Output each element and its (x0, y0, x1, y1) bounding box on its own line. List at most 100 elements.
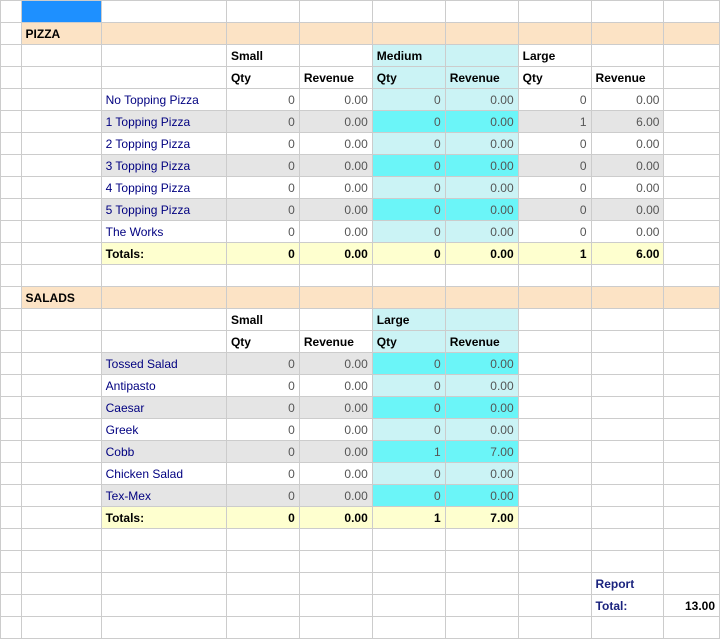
cell[interactable] (664, 331, 720, 353)
cell[interactable] (445, 617, 518, 639)
cell[interactable] (226, 265, 299, 287)
qty-cell[interactable]: 0 (372, 177, 445, 199)
cell[interactable] (21, 419, 101, 441)
selected-cell[interactable] (21, 1, 101, 23)
qty-cell[interactable]: 0 (372, 221, 445, 243)
rev-cell[interactable]: 0.00 (445, 419, 518, 441)
cell[interactable] (21, 111, 101, 133)
qty-cell[interactable]: 0 (226, 177, 299, 199)
cell[interactable] (664, 177, 720, 199)
cell[interactable] (664, 67, 720, 89)
cell[interactable] (21, 67, 101, 89)
cell[interactable] (101, 309, 226, 331)
cell[interactable] (21, 441, 101, 463)
cell[interactable] (101, 67, 226, 89)
qty-cell[interactable]: 0 (226, 375, 299, 397)
rev-cell[interactable]: 0.00 (299, 155, 372, 177)
qty-cell[interactable]: 1 (518, 111, 591, 133)
rev-cell[interactable]: 0.00 (299, 89, 372, 111)
rev-cell[interactable]: 0.00 (445, 111, 518, 133)
cell[interactable] (591, 309, 664, 331)
cell[interactable] (664, 1, 720, 23)
cell[interactable] (591, 463, 664, 485)
cell[interactable] (445, 573, 518, 595)
qty-cell[interactable]: 0 (226, 485, 299, 507)
rev-cell[interactable]: 0.00 (299, 375, 372, 397)
rev-cell[interactable]: 0.00 (591, 177, 664, 199)
cell[interactable] (226, 1, 299, 23)
cell[interactable] (664, 617, 720, 639)
rev-cell[interactable]: 0.00 (299, 485, 372, 507)
cell[interactable] (21, 485, 101, 507)
cell[interactable] (372, 551, 445, 573)
cell[interactable] (21, 507, 101, 529)
cell[interactable] (21, 463, 101, 485)
qty-cell[interactable]: 0 (226, 419, 299, 441)
qty-cell[interactable]: 0 (518, 155, 591, 177)
qty-cell[interactable]: 0 (372, 133, 445, 155)
cell[interactable] (372, 595, 445, 617)
qty-cell[interactable]: 0 (372, 89, 445, 111)
cell[interactable] (664, 573, 720, 595)
cell[interactable] (21, 155, 101, 177)
cell[interactable] (664, 111, 720, 133)
rev-cell[interactable]: 0.00 (591, 133, 664, 155)
rev-cell[interactable]: 0.00 (591, 89, 664, 111)
cell[interactable] (226, 595, 299, 617)
cell[interactable] (299, 595, 372, 617)
cell[interactable] (445, 1, 518, 23)
qty-cell[interactable]: 0 (226, 441, 299, 463)
cell[interactable] (101, 573, 226, 595)
qty-cell[interactable]: 0 (372, 375, 445, 397)
cell[interactable] (372, 265, 445, 287)
rev-cell[interactable]: 0.00 (445, 397, 518, 419)
rev-cell[interactable]: 7.00 (445, 441, 518, 463)
cell[interactable] (21, 177, 101, 199)
qty-cell[interactable]: 0 (226, 199, 299, 221)
cell[interactable] (664, 441, 720, 463)
cell[interactable] (372, 1, 445, 23)
rev-cell[interactable]: 0.00 (445, 221, 518, 243)
qty-cell[interactable]: 0 (372, 463, 445, 485)
qty-cell[interactable]: 1 (372, 441, 445, 463)
rev-cell[interactable]: 0.00 (299, 463, 372, 485)
cell[interactable] (518, 617, 591, 639)
cell[interactable] (21, 89, 101, 111)
cell[interactable] (21, 243, 101, 265)
cell[interactable] (101, 529, 226, 551)
cell[interactable] (21, 353, 101, 375)
cell[interactable] (664, 485, 720, 507)
cell[interactable] (664, 265, 720, 287)
cell[interactable] (591, 397, 664, 419)
cell[interactable] (664, 507, 720, 529)
qty-cell[interactable]: 0 (372, 419, 445, 441)
qty-cell[interactable]: 0 (372, 155, 445, 177)
cell[interactable] (21, 595, 101, 617)
cell[interactable] (299, 1, 372, 23)
qty-cell[interactable]: 0 (226, 353, 299, 375)
rev-cell[interactable]: 0.00 (299, 441, 372, 463)
cell[interactable] (445, 551, 518, 573)
rev-cell[interactable]: 0.00 (299, 397, 372, 419)
cell[interactable] (1, 265, 22, 287)
cell[interactable] (591, 265, 664, 287)
cell[interactable] (664, 529, 720, 551)
cell[interactable] (518, 463, 591, 485)
cell[interactable] (664, 199, 720, 221)
cell[interactable] (21, 617, 101, 639)
cell[interactable] (518, 397, 591, 419)
rev-cell[interactable]: 0.00 (445, 353, 518, 375)
cell[interactable] (372, 529, 445, 551)
cell[interactable] (518, 1, 591, 23)
cell[interactable] (518, 551, 591, 573)
cell[interactable] (101, 595, 226, 617)
cell[interactable] (518, 265, 591, 287)
cell[interactable] (1, 529, 22, 551)
cell[interactable] (21, 551, 101, 573)
qty-cell[interactable]: 0 (226, 111, 299, 133)
cell[interactable] (226, 573, 299, 595)
cell[interactable] (664, 551, 720, 573)
cell[interactable] (299, 617, 372, 639)
rev-cell[interactable]: 6.00 (591, 111, 664, 133)
cell[interactable] (445, 309, 518, 331)
